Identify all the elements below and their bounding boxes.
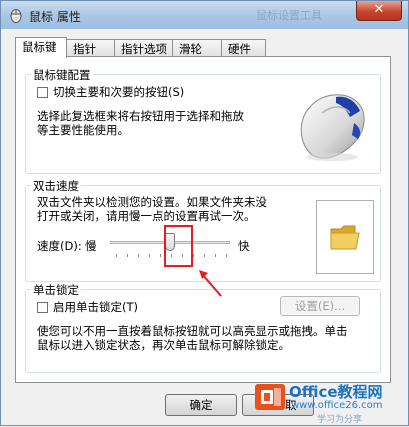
click-lock-title: 单击锁定	[31, 282, 81, 298]
click-lock-group: 单击锁定 启用单击锁定(T) 设置(E)... 使您可以不用一直按着鼠标按钮就可…	[25, 282, 381, 373]
tab-wheel[interactable]: 滑轮	[172, 39, 222, 56]
double-click-description-line2: 打开或关闭，请用慢一点的设置再试一次。	[37, 209, 256, 223]
speed-fast-label: 快	[238, 239, 250, 253]
tab-pointers[interactable]: 指针	[66, 39, 115, 56]
annotation-arrow-icon	[199, 270, 222, 297]
close-button[interactable]: ✕	[356, 1, 402, 21]
tab-wheel-label: 滑轮	[179, 42, 202, 56]
tab-hardware-label: 硬件	[228, 42, 251, 56]
slider-tick	[127, 254, 128, 257]
watermark-url: www.office26.com	[291, 400, 383, 411]
click-lock-label[interactable]: 启用单击锁定(T)	[53, 299, 138, 315]
slider-tick	[226, 254, 227, 257]
click-lock-settings-label: 设置(E)...	[294, 299, 346, 313]
slider-tick	[160, 254, 161, 257]
swap-buttons-checkbox[interactable]	[37, 87, 48, 98]
window-title: 鼠标 属性	[29, 10, 81, 24]
mouse-illustration	[300, 94, 365, 161]
tab-pointer-options[interactable]: 指针选项	[114, 39, 173, 56]
ok-button-label: 确定	[189, 398, 213, 412]
click-lock-settings-button[interactable]: 设置(E)...	[280, 296, 360, 316]
mouse-properties-window: 鼠标 属性 鼠标设置工具 ✕ 鼠标键 指针 指针选项 滑轮 硬件 鼠标键配置 切…	[0, 0, 409, 426]
close-icon: ✕	[373, 2, 385, 17]
swap-description-line2: 等主要性能使用。	[37, 123, 129, 137]
tab-pointers-label: 指针	[73, 42, 96, 56]
slider-tick	[204, 254, 205, 257]
swap-buttons-label[interactable]: 切换主要和次要的按钮(S)	[53, 84, 184, 100]
tab-panel-buttons: 鼠标键配置 切换主要和次要的按钮(S) 选择此复选框来将右按钮用于选择和拖放 等…	[15, 56, 391, 383]
double-click-title: 双击速度	[31, 178, 81, 194]
site-watermark: Office教程网 www.office26.com 学习为分享	[251, 377, 409, 427]
slider-tick	[215, 254, 216, 257]
speed-label: 速度(D):	[37, 239, 82, 253]
mouse-app-icon	[10, 9, 22, 23]
watermark-brand: Office教程网	[289, 383, 383, 401]
slider-tick	[138, 254, 139, 257]
watermark-overlay-text: 学习为分享	[317, 415, 363, 425]
tab-buttons-label: 鼠标键	[22, 40, 57, 54]
speed-slow-label: 慢	[85, 239, 97, 253]
ok-button[interactable]: 确定	[165, 394, 237, 416]
slider-highlight-box	[164, 225, 193, 267]
test-folder-area[interactable]	[316, 200, 374, 274]
background-window-title: 鼠标设置工具	[256, 9, 322, 22]
slider-tick	[193, 254, 194, 257]
tab-hardware[interactable]: 硬件	[221, 39, 266, 56]
click-lock-checkbox[interactable]	[37, 302, 48, 313]
tab-pointer-options-label: 指针选项	[121, 42, 167, 56]
title-bar[interactable]: 鼠标 属性 鼠标设置工具 ✕	[1, 1, 408, 29]
slider-tick	[116, 254, 117, 257]
folder-icon	[330, 225, 360, 250]
office-logo-icon	[255, 384, 285, 410]
slider-tick	[149, 254, 150, 257]
tab-buttons[interactable]: 鼠标键	[15, 37, 67, 58]
click-lock-description-line2: 鼠标以进入锁定状态，再次单击鼠标可解除锁定。	[37, 338, 290, 352]
button-config-title: 鼠标键配置	[31, 67, 93, 83]
button-config-group: 鼠标键配置 切换主要和次要的按钮(S) 选择此复选框来将右按钮用于选择和拖放 等…	[25, 67, 381, 174]
